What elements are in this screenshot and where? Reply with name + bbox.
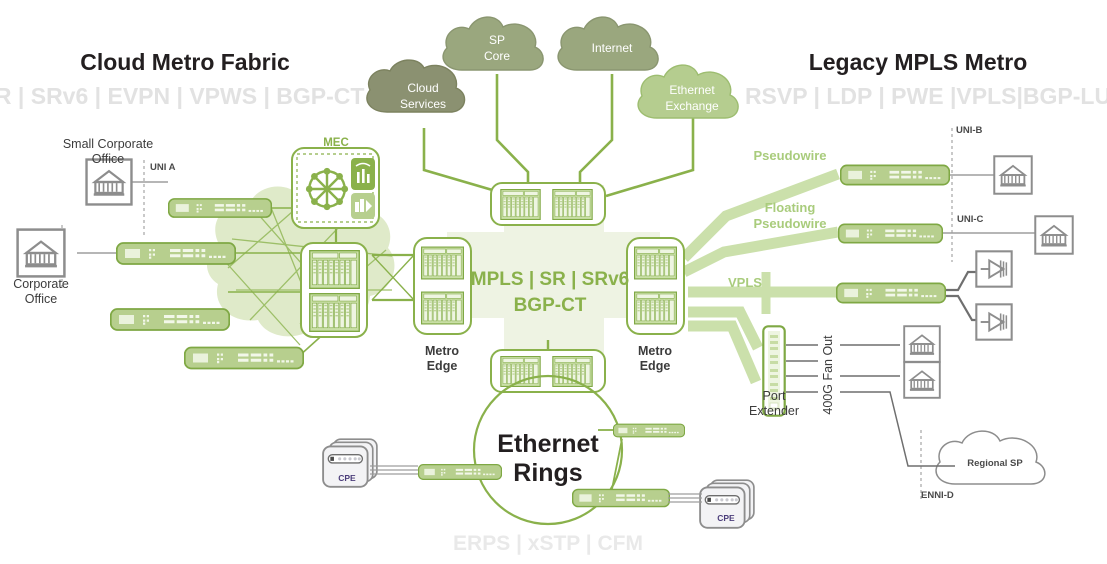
network-architecture-diagram: Cloud Services SP Core Internet Ethernet… bbox=[0, 0, 1107, 564]
eth-exchange-line1: Ethernet bbox=[669, 83, 715, 97]
legacy-router-uni-b[interactable] bbox=[840, 164, 950, 186]
link-ethernet-exchange bbox=[605, 118, 695, 198]
chassis-icon bbox=[500, 189, 541, 220]
uni-c-label: UNI-C bbox=[957, 214, 984, 225]
ring-segment-links bbox=[598, 429, 623, 490]
chassis-icon bbox=[552, 356, 593, 387]
building-icon bbox=[85, 158, 133, 206]
metro-edge-right-label2: Edge bbox=[640, 359, 671, 373]
small-office-line1: Small Corporate bbox=[63, 137, 153, 151]
small-office-line2: Office bbox=[92, 152, 124, 166]
building-icon bbox=[16, 228, 66, 278]
ring-router-w[interactable] bbox=[418, 463, 502, 481]
chassis-icon bbox=[634, 291, 677, 325]
cloud-ethernet-exchange: Ethernet Exchange bbox=[637, 64, 739, 119]
cpe-right-label: CPE bbox=[717, 513, 735, 523]
left-header-protocols: SR | SRv6 | EVPN | VPWS | BGP-CT bbox=[0, 83, 364, 109]
mesh-icon bbox=[304, 166, 350, 212]
splitter-icon-1 bbox=[975, 250, 1013, 288]
regional-sp-label: Regional SP bbox=[967, 458, 1023, 469]
right-header-title: Legacy MPLS Metro bbox=[809, 49, 1028, 75]
ring-title-line2: Rings bbox=[513, 459, 582, 487]
center-protocols-line1: MPLS | SR | SRv6 bbox=[471, 269, 629, 290]
center-protocols-line2: BGP-CT bbox=[514, 295, 587, 316]
core-node-bottom[interactable] bbox=[490, 349, 606, 393]
cpe-right-links bbox=[668, 493, 702, 503]
agg-node-left[interactable] bbox=[300, 242, 368, 338]
sp-core-line1: SP bbox=[489, 33, 505, 47]
link-sp-core bbox=[495, 74, 530, 186]
building-icon-fanout-1 bbox=[903, 325, 941, 363]
enni-d-label: ENNI-D bbox=[921, 490, 954, 501]
floating-label-1: Floating bbox=[765, 200, 816, 215]
floating-label-2: Pseudowire bbox=[754, 216, 827, 231]
metro-edge-right[interactable] bbox=[626, 237, 685, 335]
pseudowire-label: Pseudowire bbox=[754, 148, 827, 163]
cpe-left-label: CPE bbox=[338, 473, 356, 483]
corporate-office-line2: Office bbox=[25, 292, 57, 306]
sp-core-line2: Core bbox=[484, 49, 510, 63]
cloud-internet: Internet bbox=[557, 16, 659, 71]
metro-edge-left-label2: Edge bbox=[427, 359, 458, 373]
core-node-top[interactable] bbox=[490, 182, 606, 226]
cpe-left-group[interactable]: CPE bbox=[322, 438, 378, 488]
access-router-4[interactable] bbox=[184, 346, 304, 370]
legacy-router-uni-c[interactable] bbox=[838, 223, 943, 244]
building-icon-uni-c bbox=[1034, 215, 1074, 255]
cloud-sp-core: SP Core bbox=[442, 16, 544, 71]
access-router-1[interactable] bbox=[168, 197, 272, 219]
diagram-canvas: Cloud Services SP Core Internet Ethernet… bbox=[0, 16, 1107, 555]
uni-b-label: UNI-B bbox=[956, 125, 983, 136]
corporate-office-line1: Corporate bbox=[13, 277, 69, 291]
link-cloud-services bbox=[422, 128, 507, 196]
office-small-corporate bbox=[85, 158, 133, 206]
chassis-icon bbox=[552, 189, 593, 220]
office-corporate bbox=[16, 228, 66, 278]
link-internet bbox=[578, 74, 614, 186]
chassis-icon bbox=[634, 246, 677, 280]
left-header-title: Cloud Metro Fabric bbox=[80, 49, 290, 75]
mec-label: MEC bbox=[323, 137, 349, 149]
cloud-services-line2: Services bbox=[400, 97, 446, 111]
internet-label: Internet bbox=[592, 41, 633, 55]
chassis-icon bbox=[421, 291, 464, 325]
building-icon-uni-b bbox=[993, 155, 1033, 195]
cpe-right-group[interactable]: CPE bbox=[699, 479, 755, 529]
ring-protocols: ERPS | xSTP | CFM bbox=[453, 532, 643, 555]
port-extender-label1: Port bbox=[763, 389, 786, 403]
uni-a-label: UNI A bbox=[150, 162, 176, 173]
metro-edge-left-label1: Metro bbox=[425, 344, 459, 358]
metro-edge-right-label1: Metro bbox=[638, 344, 672, 358]
legacy-router-vpls[interactable] bbox=[836, 282, 946, 304]
ring-router-ne[interactable] bbox=[613, 423, 685, 438]
cloud-regional-sp: Regional SP bbox=[935, 430, 1046, 485]
metro-edge-left[interactable] bbox=[413, 237, 472, 335]
chassis-icon bbox=[421, 246, 464, 280]
chassis-icon bbox=[309, 293, 360, 332]
access-router-2[interactable] bbox=[116, 241, 236, 266]
vpls-label: VPLS bbox=[728, 275, 762, 290]
splitter-icon-2 bbox=[975, 303, 1013, 341]
port-extender-label2: Extender bbox=[749, 404, 799, 418]
mec-node[interactable] bbox=[291, 147, 380, 229]
ring-title-line1: Ethernet bbox=[497, 430, 599, 458]
cloud-services-line1: Cloud bbox=[407, 81, 438, 95]
right-header-protocols: RSVP | LDP | PWE |VPLS|BGP-LU bbox=[745, 83, 1107, 109]
chassis-icon bbox=[309, 250, 360, 289]
access-router-3[interactable] bbox=[110, 307, 230, 332]
eth-exchange-line2: Exchange bbox=[665, 99, 719, 113]
fan-out-label: 400G Fan Out bbox=[821, 335, 835, 415]
building-icon-fanout-2 bbox=[903, 361, 941, 399]
ring-router-se[interactable] bbox=[572, 488, 670, 508]
